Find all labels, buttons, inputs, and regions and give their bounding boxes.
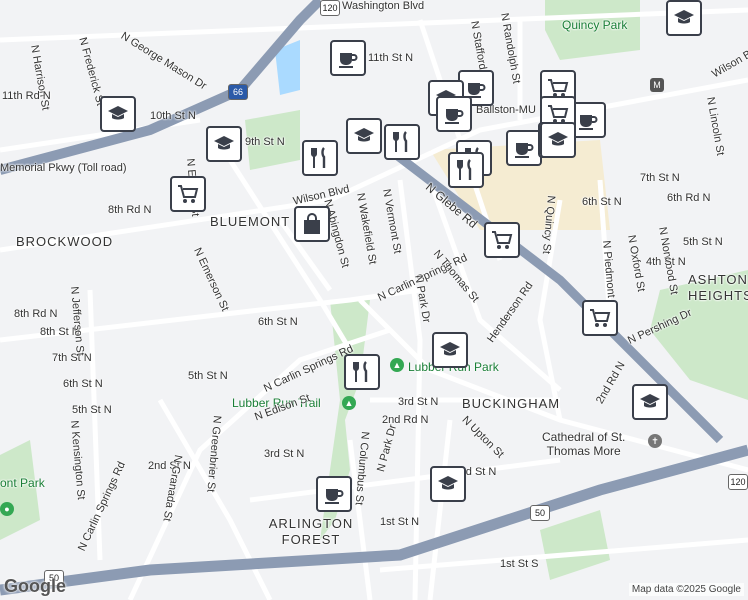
school-icon xyxy=(212,132,236,156)
restaurant-marker[interactable] xyxy=(344,354,380,390)
street-label: 8th Rd N xyxy=(108,204,152,216)
shopping-cart-marker[interactable] xyxy=(170,176,206,212)
park-area xyxy=(540,510,610,580)
restaurant-icon xyxy=(390,130,414,154)
park-pin-icon[interactable]: ● xyxy=(0,502,14,516)
shopping-cart-icon xyxy=(176,182,200,206)
neighborhood-label: BUCKINGHAM xyxy=(462,396,561,411)
street-label: 1st St S xyxy=(500,558,539,570)
coffee-marker[interactable] xyxy=(330,40,366,76)
shopping-cart-icon xyxy=(588,306,612,330)
restaurant-marker[interactable] xyxy=(302,140,338,176)
coffee-icon xyxy=(336,46,360,70)
church-pin-icon[interactable]: ✝ xyxy=(648,434,662,448)
restaurant-marker[interactable] xyxy=(448,152,484,188)
coffee-icon xyxy=(322,482,346,506)
school-marker[interactable] xyxy=(666,0,702,36)
street-label: Washington Blvd xyxy=(342,0,425,12)
street-label: 11th St N xyxy=(368,52,414,64)
school-marker[interactable] xyxy=(632,384,668,420)
street-label: 6th Rd N xyxy=(667,192,711,204)
street-label: 8th Rd N xyxy=(14,308,58,320)
park-pin-icon[interactable]: ▲ xyxy=(390,358,404,372)
school-icon xyxy=(436,472,460,496)
shopping-cart-icon xyxy=(490,228,514,252)
route-shield: 66 xyxy=(228,84,248,100)
school-icon xyxy=(438,338,462,362)
street-label: 4th St N xyxy=(646,256,686,268)
street-label: 3rd St N xyxy=(264,448,305,460)
street-label: 5th St N xyxy=(72,404,112,416)
route-shield: 120 xyxy=(320,0,340,16)
school-marker[interactable] xyxy=(346,118,382,154)
restaurant-icon xyxy=(454,158,478,182)
cathedral-label: Cathedral of St. Thomas More xyxy=(542,430,626,458)
map-attribution[interactable]: Map data ©2025 Google xyxy=(628,583,744,596)
restaurant-icon xyxy=(350,360,374,384)
school-icon xyxy=(546,128,570,152)
school-marker[interactable] xyxy=(100,96,136,132)
street-label: 5th St N xyxy=(188,370,228,382)
street-label: Memorial Pkwy (Toll road) xyxy=(0,162,127,174)
restaurant-icon xyxy=(308,146,332,170)
neighborhood-label: ARLINGTON FOREST xyxy=(268,516,354,547)
street-label: 6th St N xyxy=(63,378,103,390)
route-shield: 120 xyxy=(728,474,748,490)
park-label: Quincy Park xyxy=(562,18,628,32)
street-label: 5th St N xyxy=(683,236,723,248)
park-pin-icon[interactable]: ▲ xyxy=(342,396,356,410)
school-marker[interactable] xyxy=(430,466,466,502)
coffee-icon xyxy=(576,108,600,132)
street-label: 3rd St N xyxy=(398,396,439,408)
street-label: 7th St N xyxy=(640,172,680,184)
coffee-marker[interactable] xyxy=(506,130,542,166)
school-marker[interactable] xyxy=(432,332,468,368)
school-icon xyxy=(638,390,662,414)
coffee-icon xyxy=(512,136,536,160)
neighborhood-label: ASHTON HEIGHTS xyxy=(688,272,748,303)
google-logo: Google xyxy=(4,576,66,596)
coffee-marker[interactable] xyxy=(316,476,352,512)
map-canvas[interactable] xyxy=(0,0,748,600)
school-marker[interactable] xyxy=(540,122,576,158)
street-label: 1st St N xyxy=(380,516,420,528)
school-marker[interactable] xyxy=(206,126,242,162)
coffee-icon xyxy=(442,102,466,126)
route-shield: 50 xyxy=(530,505,550,521)
street-label: 6th St N xyxy=(582,196,622,208)
neighborhood-label: BLUEMONT xyxy=(210,214,291,229)
neighborhood-label: BROCKWOOD xyxy=(16,234,114,249)
shopping-bag-icon xyxy=(300,212,324,236)
park-area xyxy=(0,440,40,540)
street-label: 6th St N xyxy=(258,316,298,328)
street-label: 11th Rd N xyxy=(2,90,51,102)
shopping-cart-marker[interactable] xyxy=(582,300,618,336)
shopping-bag-marker[interactable] xyxy=(294,206,330,242)
metro-icon[interactable]: M xyxy=(650,78,664,92)
school-icon xyxy=(352,124,376,148)
restaurant-marker[interactable] xyxy=(384,124,420,160)
street-label: 9th St N xyxy=(245,136,285,148)
school-icon xyxy=(672,6,696,30)
park-label: ont Park xyxy=(0,476,45,490)
coffee-marker[interactable] xyxy=(436,96,472,132)
shopping-cart-marker[interactable] xyxy=(484,222,520,258)
school-icon xyxy=(106,102,130,126)
street-label: 10th St N xyxy=(150,110,196,122)
